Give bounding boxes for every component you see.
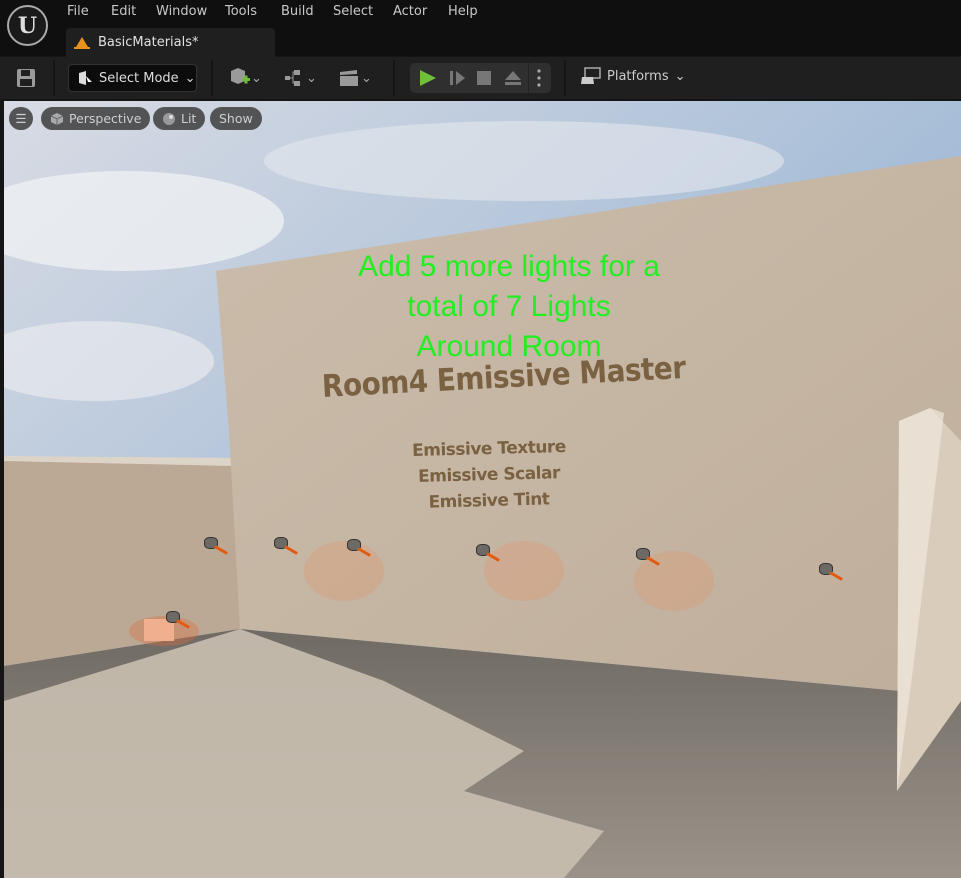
save-icon[interactable]	[16, 67, 36, 89]
menu-file[interactable]: File	[67, 4, 89, 19]
menu-actor[interactable]: Actor	[393, 4, 427, 19]
point-light-icon[interactable]	[347, 539, 361, 551]
eject-icon[interactable]	[505, 71, 521, 80]
point-light-icon[interactable]	[819, 563, 833, 575]
platforms-label: Platforms	[607, 68, 669, 84]
menu-edit[interactable]: Edit	[111, 4, 136, 19]
play-controls	[410, 63, 551, 93]
menu-build[interactable]: Build	[281, 4, 314, 19]
perspective-button[interactable]: Perspective	[41, 107, 151, 130]
level-tab[interactable]: BasicMaterials*	[66, 28, 275, 57]
instruction-line-1: Add 5 more lights for a	[358, 250, 660, 283]
point-light-icon[interactable]	[636, 548, 650, 560]
add-actor-button[interactable]: ⌄	[229, 67, 262, 89]
blueprint-icon	[285, 70, 300, 86]
point-light-icon[interactable]	[274, 537, 288, 549]
clapperboard-icon	[340, 70, 358, 86]
select-mode-icon	[79, 71, 92, 85]
menu-bar: U File Edit Window Tools Build Select Ac…	[0, 0, 961, 57]
platforms-dropdown[interactable]: Platforms ⌄	[581, 67, 686, 85]
menu-help[interactable]: Help	[448, 4, 478, 19]
show-button[interactable]: Show	[210, 107, 262, 130]
play-icon[interactable]	[420, 70, 436, 86]
scene-render	[4, 101, 961, 878]
instruction-line-2: total of 7 Lights	[407, 290, 611, 323]
stop-icon[interactable]	[477, 71, 491, 85]
select-mode-label: Select Mode	[99, 70, 179, 86]
menu-tools[interactable]: Tools	[225, 4, 257, 19]
point-light-icon[interactable]	[166, 611, 180, 623]
menu-select[interactable]: Select	[333, 4, 373, 19]
lit-button[interactable]: Lit	[153, 107, 206, 130]
level-icon	[74, 36, 90, 49]
more-options-icon[interactable]	[537, 69, 541, 87]
lit-sphere-icon	[163, 112, 175, 125]
cinematics-button[interactable]: ⌄	[339, 67, 372, 89]
cube-icon	[50, 112, 64, 125]
menu-window[interactable]: Window	[156, 4, 207, 19]
point-light-icon[interactable]	[476, 544, 490, 556]
perspective-label: Perspective	[69, 111, 142, 126]
select-mode-dropdown[interactable]: Select Mode ⌄	[68, 64, 197, 92]
unreal-logo-icon[interactable]: U	[7, 5, 48, 46]
main-toolbar: Select Mode ⌄ ⌄ ⌄ ⌄ Platforms ⌄	[0, 57, 961, 99]
point-light-icon[interactable]	[204, 537, 218, 549]
chevron-down-icon: ⌄	[674, 68, 686, 84]
blueprint-button[interactable]: ⌄	[284, 67, 317, 89]
level-viewport[interactable]: Add 5 more lights for a total of 7 Light…	[4, 101, 961, 878]
show-label: Show	[219, 111, 253, 126]
add-actor-icon	[231, 68, 250, 84]
viewport-options-button[interactable]: ☰	[9, 107, 33, 130]
level-tab-title: BasicMaterials*	[98, 35, 199, 50]
platforms-icon	[581, 67, 601, 84]
hamburger-icon: ☰	[15, 111, 27, 126]
advance-frame-icon[interactable]	[450, 71, 453, 85]
lit-label: Lit	[181, 111, 197, 126]
chevron-down-icon: ⌄	[184, 70, 196, 86]
